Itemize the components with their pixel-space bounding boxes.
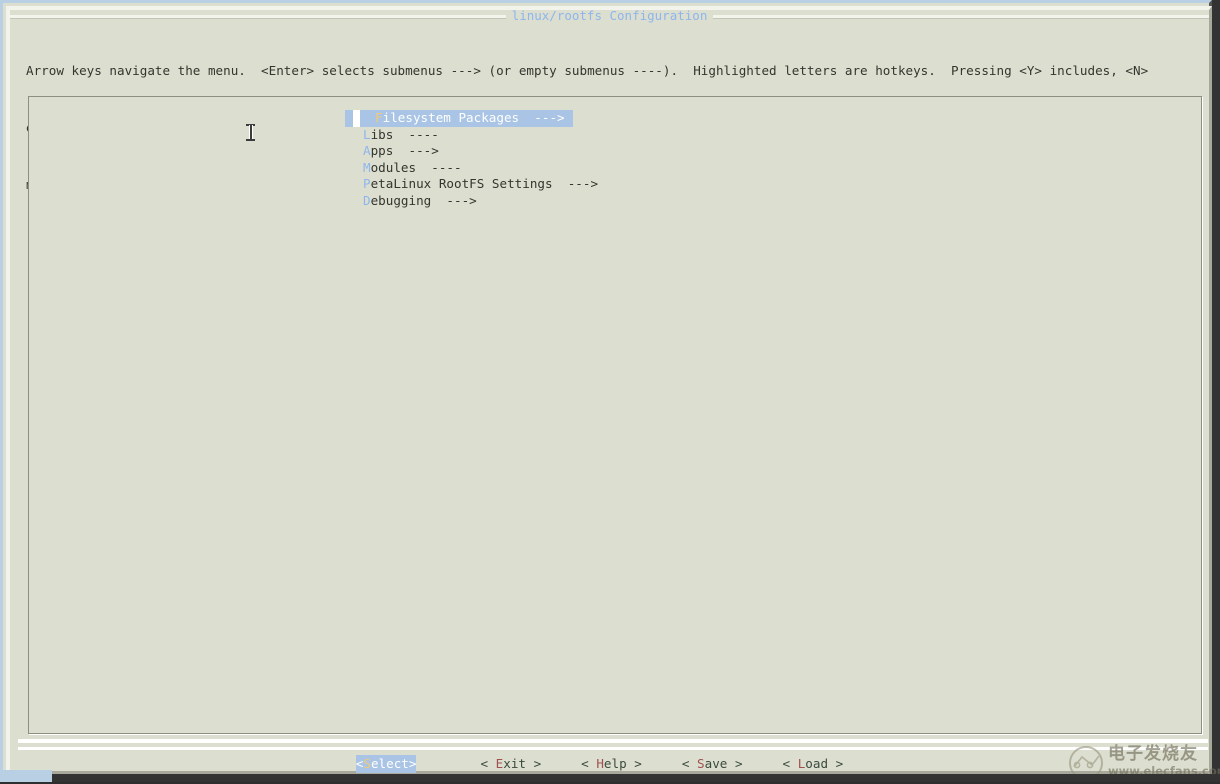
menu-item-hotkey: P <box>363 176 371 191</box>
menu-item-label: pps ---> <box>371 143 439 158</box>
menu-panel: Filesystem Packages --->Libs ----Apps --… <box>28 96 1202 734</box>
menu-item-label: ebugging ---> <box>371 193 477 208</box>
button-bar: <Select> < Exit > < Help > < Save > < Load > <box>10 754 1209 774</box>
menu-item-ilesystem-packages[interactable]: Filesystem Packages ---> <box>345 110 573 127</box>
menu-item-hotkey: M <box>363 160 371 175</box>
menu-list: Filesystem Packages --->Libs ----Apps --… <box>345 110 1165 210</box>
menu-item-label: ibs ---- <box>371 127 439 142</box>
button-bar-separator-bottom <box>18 747 1208 750</box>
menu-item-pps[interactable]: Apps ---> <box>345 143 1165 160</box>
menu-item-hotkey: D <box>363 193 371 208</box>
save-button[interactable]: < Save > <box>682 755 743 773</box>
button-hotkey: E <box>496 756 504 771</box>
menu-item-hotkey: A <box>363 143 371 158</box>
desktop-bottom-strip <box>0 774 1220 782</box>
menu-item-odules[interactable]: Modules ---- <box>345 160 1165 177</box>
load-button[interactable]: < Load > <box>783 755 844 773</box>
button-hotkey: S <box>697 756 705 771</box>
window-titlebar: linux/rootfs Configuration <box>10 9 1209 23</box>
desktop-left-strip <box>0 770 52 782</box>
menu-item-etalinux-rootfs-settings[interactable]: PetaLinux RootFS Settings ---> <box>345 176 1165 193</box>
menu-cursor-block <box>353 110 361 127</box>
button-hotkey: L <box>798 756 806 771</box>
menu-item-hotkey: L <box>363 127 371 142</box>
window-inner-bevel: linux/rootfs Configuration Arrow keys na… <box>6 6 1212 774</box>
exit-button[interactable]: < Exit > <box>480 755 541 773</box>
help-line-1: Arrow keys navigate the menu. <Enter> se… <box>26 61 1206 80</box>
window-title: linux/rootfs Configuration <box>512 9 708 23</box>
menu-item-hotkey: F <box>375 110 383 125</box>
button-bar-separator-top <box>18 739 1208 743</box>
title-rule-right <box>713 15 1209 18</box>
menu-item-ibs[interactable]: Libs ---- <box>345 127 1165 144</box>
menu-item-label: etaLinux RootFS Settings ---> <box>371 176 598 191</box>
button-hotkey: S <box>363 756 371 771</box>
desktop-background: linux/rootfs Configuration Arrow keys na… <box>0 0 1220 782</box>
button-hotkey: H <box>596 756 604 771</box>
select-button[interactable]: <Select> <box>356 755 417 773</box>
menuconfig-window: linux/rootfs Configuration Arrow keys na… <box>0 0 1212 774</box>
menu-item-ebugging[interactable]: Debugging ---> <box>345 193 1165 210</box>
help-button[interactable]: < Help > <box>581 755 642 773</box>
menu-item-label: odules ---- <box>371 160 462 175</box>
menu-item-label: Filesystem Packages ---> <box>375 110 565 127</box>
title-rule-left <box>10 15 506 18</box>
